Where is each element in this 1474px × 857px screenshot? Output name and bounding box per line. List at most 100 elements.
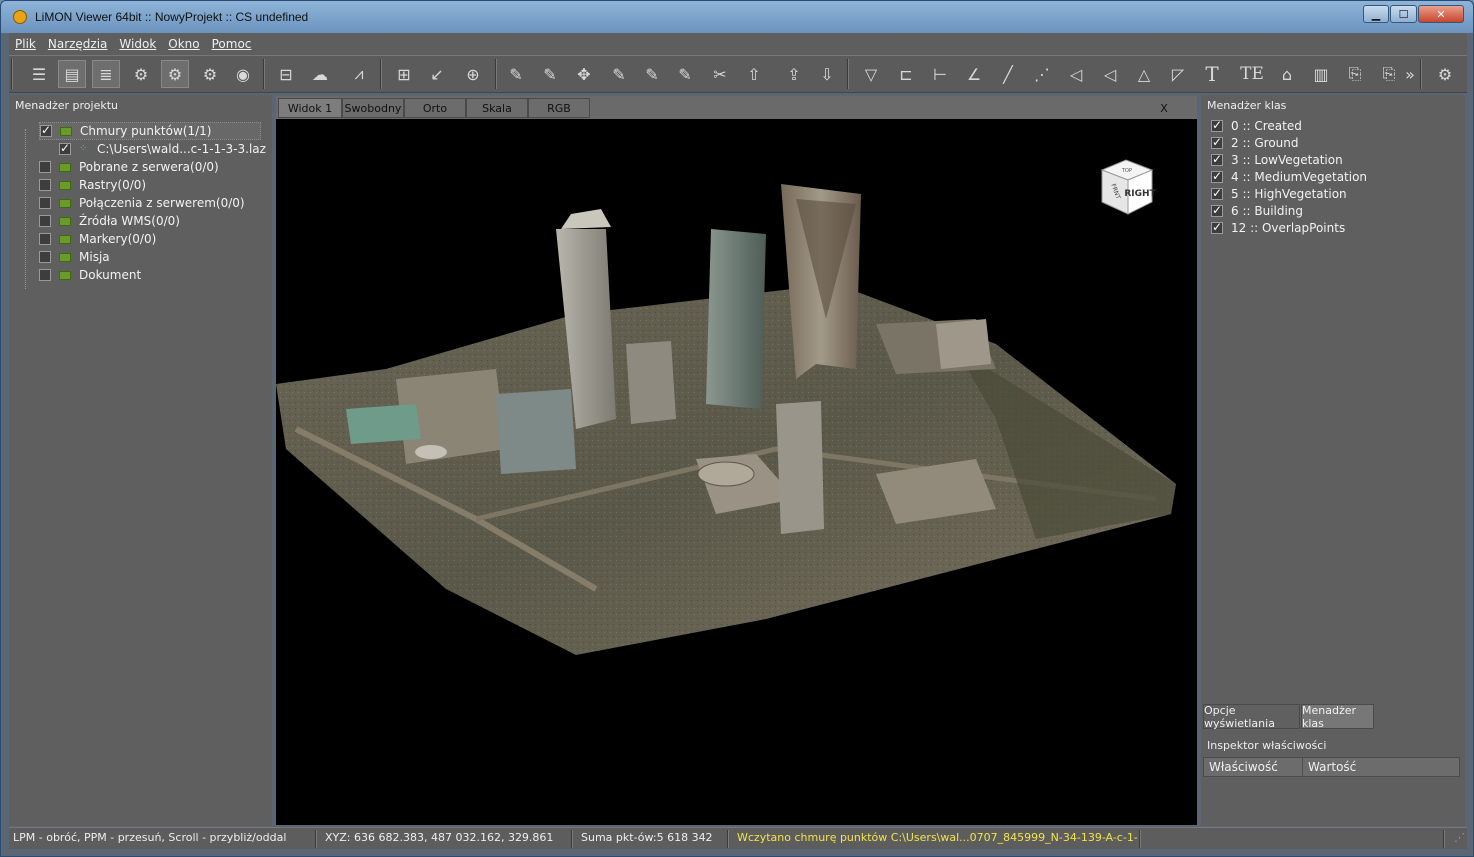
checkbox[interactable] [39, 161, 51, 173]
add-page-icon[interactable]: ⎘ [1341, 60, 1369, 88]
layers-icon[interactable]: ▤ [58, 60, 86, 88]
checkbox[interactable] [59, 141, 71, 155]
checkbox[interactable] [1211, 186, 1223, 200]
tree-item-document[interactable]: Dokument [39, 266, 141, 284]
close-view-button[interactable]: X [1134, 98, 1194, 118]
line-icon[interactable]: ╱ [994, 60, 1022, 88]
dashed-line-icon[interactable]: ⋰ [1028, 60, 1056, 88]
height-icon[interactable]: ▽ [857, 60, 885, 88]
target-icon[interactable]: ⊕ [459, 60, 487, 88]
title-bar[interactable]: LiMON Viewer 64bit :: NowyProjekt :: CS … [1, 1, 1473, 33]
class-item-low-vegetation[interactable]: 3 :: LowVegetation [1211, 151, 1343, 168]
class-item-high-vegetation[interactable]: 5 :: HighVegetation [1211, 185, 1347, 202]
checkbox[interactable] [39, 215, 51, 227]
toolbar-separator [11, 59, 13, 89]
checkbox[interactable] [40, 123, 52, 137]
menu-plik[interactable]: Plik [9, 37, 42, 51]
checkbox[interactable] [39, 197, 51, 209]
ruler-icon[interactable]: ⊢ [926, 60, 954, 88]
3d-viewport[interactable]: Widok 1 Swobodny Orto Skala RGB X RIGHT … [276, 96, 1197, 825]
checkbox[interactable] [1211, 220, 1223, 234]
tree-item-laz-file[interactable]: ⁘ C:\Users\wald...c-1-1-3-3.laz [59, 140, 266, 158]
point-add-icon[interactable]: ✎ [536, 60, 564, 88]
point-upload-icon[interactable]: ⇪ [780, 60, 808, 88]
point-r-icon[interactable]: ✎ [638, 60, 666, 88]
checkbox[interactable] [1211, 152, 1223, 166]
point-cloud-scene[interactable] [276, 119, 1197, 825]
status-message: Wczytano chmurę punktów C:\Users\wal...0… [737, 831, 1137, 844]
settings-icon[interactable]: ⚙ [1431, 60, 1459, 88]
point-r-icon[interactable]: ✎ [605, 60, 633, 88]
polygon-measure-icon[interactable]: ◸ [1164, 60, 1192, 88]
class-item-medium-vegetation[interactable]: 4 :: MediumVegetation [1211, 168, 1367, 185]
checkbox[interactable] [1211, 118, 1223, 132]
arrow-icon[interactable]: ↙ [423, 60, 451, 88]
bin-icon[interactable]: ⌂ [1273, 60, 1301, 88]
distance-icon[interactable]: ⊏ [892, 60, 920, 88]
point-up-icon[interactable]: ⇧ [740, 60, 768, 88]
tab-rgb[interactable]: RGB [528, 98, 590, 118]
checkbox[interactable] [39, 251, 51, 263]
point-download-icon[interactable]: ⇩ [813, 60, 841, 88]
angle-icon[interactable]: ∠ [960, 60, 988, 88]
tab-free[interactable]: Swobodny [342, 98, 404, 118]
class-item-created[interactable]: 0 :: Created [1211, 117, 1302, 134]
class-label: 0 :: Created [1231, 118, 1302, 133]
menu-narzedzia[interactable]: Narzędzia [42, 37, 114, 51]
resize-grip-icon[interactable]: ⋰ [1454, 831, 1464, 847]
grid-settings-icon[interactable]: ⚙ [196, 60, 224, 88]
column-header-property[interactable]: Właściwość [1203, 757, 1303, 777]
tab-class-manager[interactable]: Menadżer klas [1301, 704, 1374, 730]
point-move-icon[interactable]: ✥ [570, 60, 598, 88]
tab-display-options[interactable]: Opcje wyświetlania [1203, 704, 1300, 730]
tree-item-rasters[interactable]: Rastry(0/0) [39, 176, 146, 194]
tree-item-point-clouds[interactable]: Chmury punktów(1/1) [39, 122, 261, 140]
cloud-settings-icon[interactable]: ⚙ [127, 60, 155, 88]
checkbox[interactable] [1211, 135, 1223, 149]
class-item-overlap-points[interactable]: 12 :: OverlapPoints [1211, 219, 1345, 236]
tab-view-1[interactable]: Widok 1 [278, 98, 342, 118]
chart-icon[interactable]: ⩘ [345, 60, 373, 88]
point-edit-icon[interactable]: ✎ [671, 60, 699, 88]
checkbox[interactable] [1211, 203, 1223, 217]
edit-page-icon[interactable]: ⎘ [1375, 60, 1403, 88]
checkbox[interactable] [1211, 169, 1223, 183]
more-icon[interactable]: » [1403, 60, 1417, 88]
maximize-button[interactable]: ☐ [1390, 5, 1417, 23]
grid-icon[interactable]: ⊞ [390, 60, 418, 88]
folder-icon [59, 270, 71, 280]
list-settings-icon[interactable]: ≣ [92, 60, 120, 88]
cloud-settings-icon[interactable]: ⚙ [161, 60, 189, 88]
tree-item-markers[interactable]: Markery(0/0) [39, 230, 156, 248]
tree-item-downloaded[interactable]: Pobrane z serwera(0/0) [39, 158, 219, 176]
tree-item-wms-sources[interactable]: Źródła WMS(0/0) [39, 212, 180, 230]
point-cut-icon[interactable]: ✂ [706, 60, 734, 88]
menu-widok[interactable]: Widok [113, 37, 162, 51]
eye-settings-icon[interactable]: ◉ [229, 60, 257, 88]
tree-item-server-connections[interactable]: Połączenia z serwerem(0/0) [39, 194, 245, 212]
checkbox[interactable] [39, 233, 51, 245]
column-icon[interactable]: ▥ [1307, 60, 1335, 88]
navigation-cube[interactable]: RIGHT FRNT TOP [1092, 156, 1158, 222]
column-header-value[interactable]: Wartość [1302, 757, 1460, 777]
cloud-icon[interactable]: ☁ [306, 60, 334, 88]
tab-scale[interactable]: Skala [466, 98, 528, 118]
point-pick-icon[interactable]: ✎ [502, 60, 530, 88]
tree-item-mission[interactable]: Misja [39, 248, 110, 266]
measure-icon[interactable]: ⊟ [272, 60, 300, 88]
close-window-button[interactable]: ✕ [1418, 5, 1464, 23]
polygon-edit-icon[interactable]: ◁ [1096, 60, 1124, 88]
tab-ortho[interactable]: Orto [404, 98, 466, 118]
list-icon[interactable]: ☰ [25, 60, 53, 88]
checkbox[interactable] [39, 179, 51, 191]
text-icon[interactable]: T [1198, 60, 1226, 88]
checkbox[interactable] [39, 269, 51, 281]
menu-okno[interactable]: Okno [162, 37, 205, 51]
class-item-building[interactable]: 6 :: Building [1211, 202, 1303, 219]
class-item-ground[interactable]: 2 :: Ground [1211, 134, 1299, 151]
text-edit-icon[interactable]: TE [1238, 60, 1266, 88]
polygon-cut-icon[interactable]: △ [1130, 60, 1158, 88]
minimize-button[interactable]: ▁ [1363, 5, 1389, 23]
polygon-icon[interactable]: ◁ [1062, 60, 1090, 88]
menu-pomoc[interactable]: Pomoc [206, 37, 258, 51]
